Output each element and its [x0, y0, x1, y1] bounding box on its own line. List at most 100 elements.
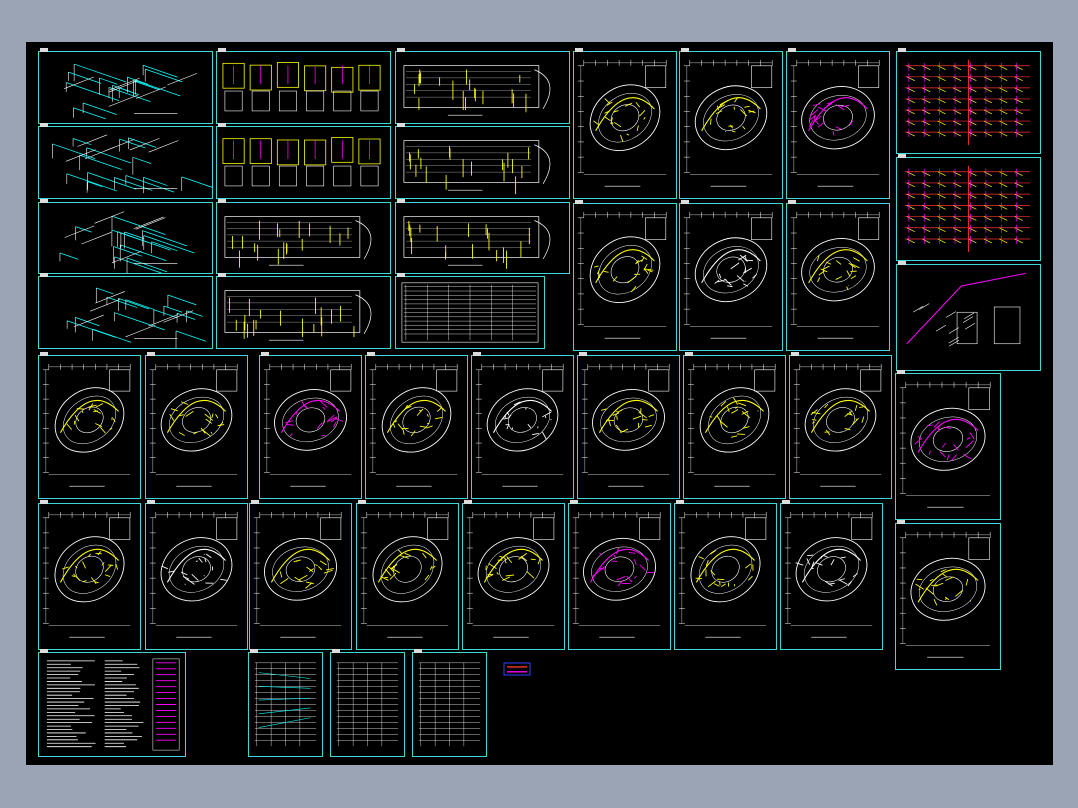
sheet-plan-r3-8[interactable] — [789, 355, 892, 499]
sheet-plan-r4-7[interactable] — [674, 503, 777, 650]
isometric-drawing — [59, 211, 195, 273]
sheet-tag — [575, 200, 583, 204]
sheet-iso-2[interactable] — [38, 126, 213, 199]
sheet-iso-3[interactable] — [38, 202, 213, 274]
system-drawing — [904, 165, 1031, 253]
sheet-long-plan-4[interactable] — [395, 202, 570, 274]
sheet-plan-r1-3[interactable] — [786, 51, 890, 199]
long-plan-drawing — [403, 65, 551, 116]
cad-model-space[interactable] — [26, 42, 1053, 765]
isometric-drawing — [52, 134, 212, 194]
curved-plan-drawing — [253, 511, 342, 638]
curved-plan-drawing — [793, 363, 882, 487]
sheet-tag — [676, 500, 684, 504]
sheet-schedule-1[interactable] — [248, 652, 323, 757]
curved-plan-drawing — [577, 211, 667, 339]
long-plan-drawing — [403, 140, 551, 195]
curved-plan-drawing — [790, 211, 880, 339]
sheet-tag — [464, 500, 472, 504]
sheet-tag — [473, 352, 481, 356]
sheet-plan-r2-1[interactable] — [573, 203, 677, 351]
sheet-tag — [218, 273, 226, 277]
sheet-schedule-3[interactable] — [412, 652, 487, 757]
curved-plan-drawing — [899, 531, 991, 658]
sheet-tag — [40, 352, 48, 356]
sheet-detail-1[interactable] — [216, 51, 391, 124]
sheet-plan-r3-5[interactable] — [471, 355, 574, 499]
sheet-tag — [397, 199, 405, 203]
sheet-plan-r3-2[interactable] — [145, 355, 248, 499]
sheet-plan-r4-4[interactable] — [356, 503, 459, 650]
notes-drawing — [46, 658, 180, 751]
sheet-plan-r3-7[interactable] — [683, 355, 786, 499]
sheet-tag — [332, 649, 340, 653]
sheet-schedule-2[interactable] — [330, 652, 405, 757]
sheet-riser-1[interactable] — [896, 264, 1041, 371]
long-plan-drawing — [224, 290, 372, 341]
sheet-tag — [788, 200, 796, 204]
schedule-drawing — [418, 662, 481, 747]
sheet-table-1[interactable] — [395, 276, 545, 349]
sheet-plan-r4-3[interactable] — [249, 503, 352, 650]
sheet-iso-4[interactable] — [38, 276, 213, 349]
table-drawing — [401, 282, 539, 343]
sheet-tag — [218, 199, 226, 203]
sheet-tag — [397, 123, 405, 127]
sheet-tag — [40, 273, 48, 277]
curved-plan-drawing — [687, 363, 776, 487]
sheet-long-plan-6[interactable] — [216, 276, 391, 349]
sheet-tag — [898, 48, 906, 52]
curved-plan-drawing — [42, 511, 131, 638]
sheet-tag — [40, 649, 48, 653]
sheet-tag — [218, 48, 226, 52]
sheet-iso-1[interactable] — [38, 51, 213, 124]
sheet-tag — [261, 352, 269, 356]
sheet-long-plan-1[interactable] — [395, 51, 570, 124]
sheet-notes-1[interactable] — [38, 652, 186, 757]
sheet-system-2[interactable] — [896, 157, 1041, 261]
curved-plan-drawing — [42, 363, 131, 487]
sheet-tag — [218, 123, 226, 127]
sheet-plan-r4-1[interactable] — [38, 503, 141, 650]
sheet-plan-r1-2[interactable] — [679, 51, 783, 199]
sheet-long-plan-2[interactable] — [395, 126, 570, 199]
sheet-plan-r3-9[interactable] — [895, 373, 1001, 520]
sheet-tag — [367, 352, 375, 356]
legend-drawing — [503, 662, 531, 676]
sheet-tag — [791, 352, 799, 356]
sheet-tag — [147, 500, 155, 504]
sheet-plan-r2-3[interactable] — [786, 203, 890, 351]
sheet-tag — [897, 520, 905, 524]
sheet-plan-r2-2[interactable] — [679, 203, 783, 351]
sheet-plan-r4-8[interactable] — [780, 503, 883, 650]
sheet-tag — [40, 123, 48, 127]
sheet-long-plan-3[interactable] — [216, 202, 391, 274]
sheet-plan-r3-1[interactable] — [38, 355, 141, 499]
schedule-drawing — [336, 662, 399, 747]
isometric-drawing — [64, 63, 198, 120]
sheet-plan-r3-3[interactable] — [259, 355, 362, 499]
sheet-tag — [147, 352, 155, 356]
sheet-detail-2[interactable] — [216, 126, 391, 199]
sheet-plan-r4-5[interactable] — [462, 503, 565, 650]
riser-drawing — [906, 272, 1026, 347]
sheet-plan-r4-2[interactable] — [145, 503, 248, 650]
sheet-legend-1[interactable] — [503, 662, 531, 676]
sheet-plan-r1-1[interactable] — [573, 51, 677, 199]
curved-plan-drawing — [369, 363, 458, 487]
sheet-plan-r4-9[interactable] — [895, 523, 1001, 670]
curved-plan-drawing — [466, 511, 555, 638]
sheet-tag — [681, 48, 689, 52]
sheet-system-1[interactable] — [896, 51, 1041, 154]
sheet-plan-r3-4[interactable] — [365, 355, 468, 499]
sheet-plan-r4-6[interactable] — [568, 503, 671, 650]
drawing-sheets — [26, 42, 1053, 765]
sheet-tag — [397, 48, 405, 52]
curved-plan-drawing — [683, 59, 773, 187]
details-drawing — [222, 137, 381, 187]
curved-plan-drawing — [683, 211, 773, 339]
sheet-plan-r3-6[interactable] — [577, 355, 680, 499]
curved-plan-drawing — [678, 511, 767, 638]
curved-plan-drawing — [899, 381, 991, 508]
curved-plan-drawing — [475, 363, 564, 487]
